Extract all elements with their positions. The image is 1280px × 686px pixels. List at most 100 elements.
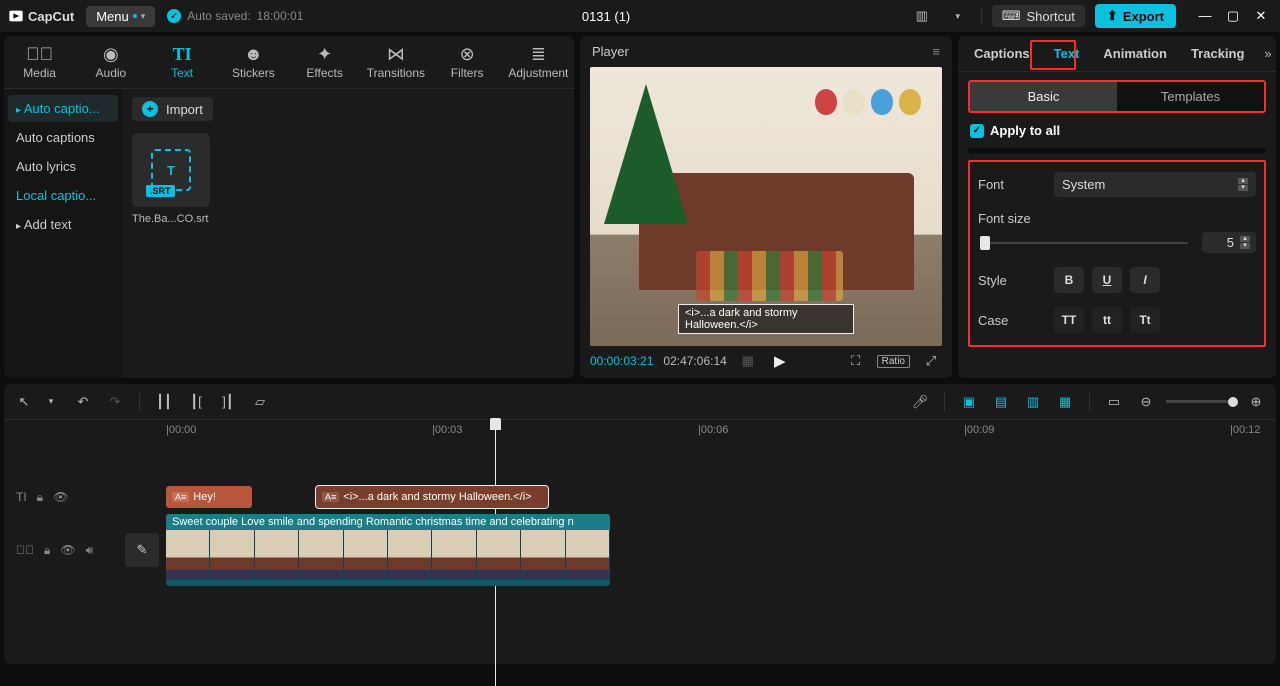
case-upper-button[interactable]: TT — [1054, 307, 1084, 333]
ratio-button[interactable]: Ratio — [877, 355, 910, 368]
font-select[interactable]: System ▴▾ — [1054, 172, 1256, 197]
caption-clip-1[interactable]: A≡ Hey! — [166, 486, 252, 508]
tool-text[interactable]: TIText — [147, 40, 218, 84]
cursor-tool[interactable]: ↖ — [12, 391, 36, 413]
menu-indicator-dot — [133, 14, 137, 18]
snap-toggle-3[interactable]: ▥ — [1021, 391, 1045, 413]
zoom-out-button[interactable]: ⊖ — [1134, 391, 1158, 413]
text-style-form: Font System ▴▾ Font size 5 ▴▾ Style — [968, 160, 1266, 347]
layout-icon[interactable]: ▥ — [909, 5, 935, 27]
undo-button[interactable]: ↶ — [71, 391, 95, 413]
fullscreen-icon[interactable]: ⤢ — [920, 353, 942, 369]
crop-tool[interactable]: ▱ — [248, 391, 272, 413]
fontsize-slider[interactable] — [982, 242, 1188, 244]
marker-icon[interactable]: ▭ — [1102, 391, 1126, 413]
menu-label: Menu — [96, 9, 129, 24]
chevron-down-icon[interactable]: ▾ — [945, 5, 971, 27]
sidebar-item-add-text[interactable]: Add text — [8, 211, 118, 238]
tool-audio[interactable]: ◉Audio — [75, 40, 146, 84]
tool-adjustment[interactable]: ≣Adjustment — [503, 40, 574, 84]
lock-icon[interactable]: 🔒︎ — [44, 543, 50, 558]
fontsize-value: 5 — [1227, 235, 1234, 250]
minimize-button[interactable]: — — [1194, 8, 1216, 24]
srt-file-item[interactable]: T .SRT The.Ba...CO.srt — [132, 133, 210, 225]
time-ruler[interactable]: |00:00 |00:03 |00:06 |00:09 |00:12 — [4, 420, 1276, 446]
zoom-slider[interactable] — [1166, 400, 1236, 403]
tool-transitions[interactable]: ⋈Transitions — [360, 40, 431, 84]
tool-media[interactable]: ▶⃞Media — [4, 40, 75, 84]
chevron-down-icon[interactable]: ▾ — [39, 391, 63, 413]
checkbox-checked-icon[interactable]: ✓ — [970, 124, 984, 138]
export-button[interactable]: ⬆ Export — [1095, 4, 1176, 28]
mic-icon[interactable]: 🎤︎ — [908, 391, 932, 413]
maximize-button[interactable]: ▢ — [1222, 8, 1244, 24]
chevron-down-icon: ▾ — [141, 11, 146, 22]
tool-label: Filters — [451, 66, 484, 80]
lock-icon[interactable]: 🔒︎ — [37, 490, 43, 505]
asset-toolbar: ▶⃞Media ◉Audio TIText ☻Stickers ✦Effects… — [4, 36, 574, 89]
case-label: Case — [978, 313, 1044, 328]
stepper-icon[interactable]: ▴▾ — [1240, 236, 1250, 249]
apply-to-all-row[interactable]: ✓ Apply to all — [970, 123, 1264, 138]
speaker-icon[interactable]: 🔊︎ — [86, 543, 94, 558]
close-button[interactable]: ✕ — [1250, 8, 1272, 24]
tab-tracking[interactable]: Tracking — [1181, 36, 1254, 71]
trim-right-tool[interactable]: ]┃ — [216, 391, 240, 413]
case-lower-button[interactable]: tt — [1092, 307, 1122, 333]
menu-button[interactable]: Menu ▾ — [86, 6, 155, 27]
sidebar-item-local-captions[interactable]: Local captio... — [8, 182, 118, 209]
trim-left-tool[interactable]: ┃[ — [184, 391, 208, 413]
case-title-button[interactable]: Tt — [1130, 307, 1160, 333]
transitions-icon: ⋈ — [387, 44, 405, 64]
fontsize-value-box[interactable]: 5 ▴▾ — [1202, 232, 1256, 253]
subtab-templates[interactable]: Templates — [1117, 82, 1264, 111]
split-tool[interactable]: ┃┃ — [152, 391, 176, 413]
zoom-in-button[interactable]: ⊕ — [1244, 391, 1268, 413]
underline-button[interactable]: U — [1092, 267, 1122, 293]
snap-toggle-2[interactable]: ▤ — [989, 391, 1013, 413]
export-label: Export — [1123, 9, 1164, 24]
autosave-prefix: Auto saved: — [187, 9, 250, 23]
edit-track-button[interactable]: ✎ — [125, 533, 159, 567]
eye-icon[interactable]: 👁︎ — [53, 490, 68, 504]
audio-icon: ◉ — [103, 44, 119, 64]
import-button[interactable]: + Import — [132, 97, 213, 121]
video-caption-overlay[interactable]: <i>...a dark and stormy Halloween.</i> — [678, 304, 854, 334]
eye-icon[interactable]: 👁︎ — [60, 543, 75, 557]
import-label: Import — [166, 102, 203, 117]
autosave-time: 18:00:01 — [257, 9, 304, 23]
bold-button[interactable]: B — [1054, 267, 1084, 293]
redo-button[interactable]: ↷ — [103, 391, 127, 413]
shortcut-button[interactable]: ⌨ Shortcut — [992, 5, 1085, 27]
sidebar-item-auto-captions-active[interactable]: Auto captio... — [8, 95, 118, 122]
snap-toggle-4[interactable]: ▦ — [1053, 391, 1077, 413]
italic-button[interactable]: I — [1130, 267, 1160, 293]
slider-thumb[interactable] — [1228, 397, 1238, 407]
playhead-handle[interactable] — [490, 418, 501, 430]
hamburger-icon[interactable]: ≡ — [932, 44, 940, 59]
scan-icon[interactable]: ⛶ — [845, 353, 867, 369]
font-label: Font — [978, 177, 1044, 192]
subtab-basic[interactable]: Basic — [970, 82, 1117, 111]
tab-text[interactable]: Text — [1044, 36, 1090, 71]
tool-filters[interactable]: ⊗Filters — [432, 40, 503, 84]
tool-stickers[interactable]: ☻Stickers — [218, 40, 289, 84]
video-clip[interactable]: Sweet couple Love smile and spending Rom… — [166, 514, 610, 586]
player-title: Player — [592, 44, 629, 59]
play-button[interactable]: ▶ — [769, 352, 791, 370]
tab-animation[interactable]: Animation — [1093, 36, 1177, 71]
tool-effects[interactable]: ✦Effects — [289, 40, 360, 84]
more-tabs-icon[interactable]: » — [1258, 46, 1276, 61]
sidebar-item-auto-captions[interactable]: Auto captions — [8, 124, 118, 151]
video-preview[interactable]: <i>...a dark and stormy Halloween.</i> — [590, 67, 942, 346]
sidebar-item-auto-lyrics[interactable]: Auto lyrics — [8, 153, 118, 180]
autosave-status: ✓ Auto saved: 18:00:01 — [167, 9, 303, 23]
caption-clip-2[interactable]: A≡ <i>...a dark and stormy Halloween.</i… — [316, 486, 548, 508]
grid-icon[interactable]: ▦ — [737, 353, 759, 369]
asset-body: Auto captio... Auto captions Auto lyrics… — [4, 89, 574, 378]
srt-thumbnail: T .SRT — [132, 133, 210, 207]
slider-thumb[interactable] — [980, 236, 990, 250]
snap-toggle-1[interactable]: ▣ — [957, 391, 981, 413]
stepper-icon[interactable]: ▴▾ — [1238, 178, 1248, 191]
tab-captions[interactable]: Captions — [964, 36, 1040, 71]
